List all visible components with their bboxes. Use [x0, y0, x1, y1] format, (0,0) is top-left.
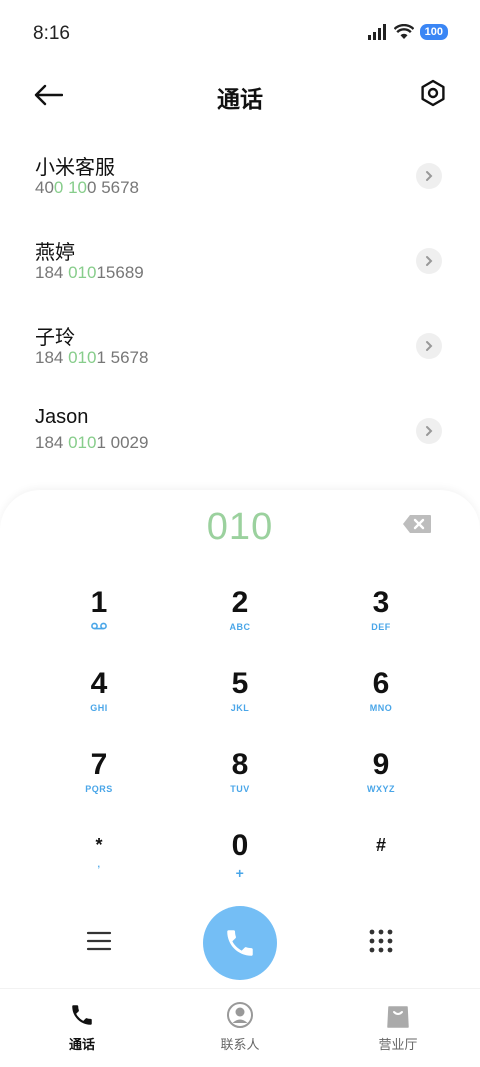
nav-service-hall[interactable]: 营业厅 [343, 1001, 453, 1053]
key-3[interactable]: 3 DEF [321, 586, 441, 656]
contact-name: Jason [35, 406, 89, 428]
contact-detail-button[interactable] [416, 163, 442, 189]
call-button[interactable] [203, 906, 277, 980]
key-hash[interactable]: # [321, 829, 441, 899]
status-time: 8:16 [33, 23, 70, 44]
settings-button[interactable] [416, 76, 450, 110]
nav-contacts[interactable]: 联系人 [185, 1001, 295, 1053]
menu-button[interactable] [82, 924, 116, 958]
key-star[interactable]: * , [39, 829, 159, 899]
nav-label: 营业厅 [378, 1037, 418, 1052]
chevron-right-icon [426, 426, 433, 436]
backspace-icon [403, 515, 431, 533]
result-row[interactable]: 子玲 184 0101 5678 [0, 310, 480, 395]
key-2[interactable]: 2 ABC [180, 586, 300, 656]
contact-number: 184 0101 0029 [35, 433, 149, 452]
dialpad: 010 1 2 ABC 3 DEF 4 GHI 5 JKL 6 MNO 7 PQ… [0, 490, 480, 1010]
page-title: 通话 [217, 86, 263, 112]
result-row[interactable]: Jason 184 0101 0029 [0, 395, 480, 480]
contact-name: 小米客服 [35, 157, 115, 179]
top-bar: 通话 [0, 70, 480, 120]
contact-number: 184 01015689 [35, 263, 144, 282]
menu-icon [86, 931, 112, 951]
wifi-icon [393, 24, 414, 39]
key-7[interactable]: 7 PQRS [39, 748, 159, 818]
key-8[interactable]: 8 TUV [180, 748, 300, 818]
gear-icon [421, 79, 445, 107]
phone-icon [72, 1005, 92, 1025]
contact-detail-button[interactable] [416, 333, 442, 359]
chevron-right-icon [426, 256, 433, 266]
key-0[interactable]: 0 + [180, 829, 300, 899]
chevron-right-icon [426, 171, 433, 181]
voicemail-icon [91, 622, 107, 630]
key-9[interactable]: 9 WXYZ [321, 748, 441, 818]
key-4[interactable]: 4 GHI [39, 667, 159, 737]
search-results-list: 小米客服 400 100 5678 燕婷 184 01015689 子玲 184… [0, 140, 480, 480]
result-row[interactable]: 燕婷 184 01015689 [0, 225, 480, 310]
contact-number: 184 0101 5678 [35, 348, 149, 367]
contact-name: 燕婷 [35, 242, 75, 264]
status-bar: 8:16 100 [0, 0, 480, 68]
bottom-nav: 通话 联系人 营业厅 [0, 988, 480, 1067]
nav-calls[interactable]: 通话 [27, 1001, 137, 1053]
keypad-icon [369, 929, 393, 953]
battery-indicator: 100 [419, 24, 448, 40]
key-1[interactable]: 1 [39, 586, 159, 656]
backspace-button[interactable] [402, 514, 436, 538]
contacts-icon [227, 1002, 253, 1028]
status-icons: 100 [367, 24, 448, 40]
result-row[interactable]: 小米客服 400 100 5678 [0, 140, 480, 225]
phone-icon [227, 930, 253, 956]
shopping-bag-icon [387, 1006, 409, 1028]
contact-detail-button[interactable] [416, 418, 442, 444]
key-6[interactable]: 6 MNO [321, 667, 441, 737]
keypad-toggle-button[interactable] [364, 924, 398, 958]
nav-label: 通话 [68, 1037, 95, 1052]
contact-number: 400 100 5678 [35, 178, 140, 197]
contact-name: 子玲 [35, 327, 75, 349]
chevron-right-icon [426, 341, 433, 351]
signal-icon [367, 24, 386, 40]
key-5[interactable]: 5 JKL [180, 667, 300, 737]
contact-detail-button[interactable] [416, 248, 442, 274]
nav-label: 联系人 [220, 1037, 260, 1052]
